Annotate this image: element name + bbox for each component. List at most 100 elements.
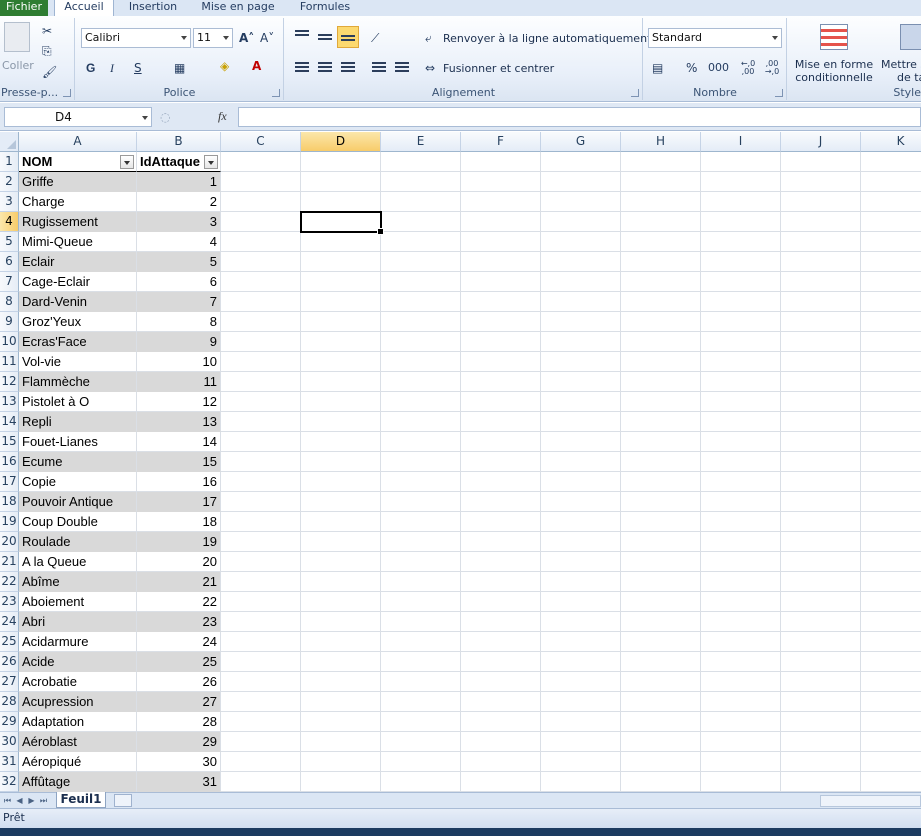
grid-cell[interactable] xyxy=(621,392,701,412)
grid-cell[interactable] xyxy=(381,672,461,692)
grid-cell[interactable] xyxy=(621,412,701,432)
row-header[interactable]: 21 xyxy=(0,552,19,572)
borders-icon[interactable]: ▦ xyxy=(174,60,185,76)
grid-cell[interactable] xyxy=(221,632,301,652)
grid-cell[interactable] xyxy=(381,172,461,192)
grid-cell[interactable] xyxy=(621,772,701,792)
table-cell[interactable]: Ecras'Face xyxy=(19,332,137,352)
column-header-a[interactable]: A xyxy=(19,132,137,152)
merge-center-button[interactable]: Fusionner et centrer xyxy=(443,61,554,77)
grid-cell[interactable] xyxy=(301,372,381,392)
grid-cell[interactable] xyxy=(541,732,621,752)
table-cell[interactable]: Vol-vie xyxy=(19,352,137,372)
align-top-icon[interactable] xyxy=(295,30,309,42)
grid-cell[interactable] xyxy=(301,392,381,412)
grid-cell[interactable] xyxy=(781,412,861,432)
row-header[interactable]: 25 xyxy=(0,632,19,652)
grid-cell[interactable] xyxy=(381,352,461,372)
grid-cell[interactable] xyxy=(621,732,701,752)
table-cell[interactable]: 5 xyxy=(137,252,221,272)
grid-cell[interactable] xyxy=(621,332,701,352)
clipboard-launcher-icon[interactable] xyxy=(63,89,71,97)
grid-cell[interactable] xyxy=(461,632,541,652)
column-header-j[interactable]: J xyxy=(781,132,861,152)
table-cell[interactable]: 17 xyxy=(137,492,221,512)
grid-cell[interactable] xyxy=(541,172,621,192)
grid-cell[interactable] xyxy=(621,512,701,532)
grid-cell[interactable] xyxy=(621,292,701,312)
formula-cancel-icon[interactable]: ◌ xyxy=(160,109,170,125)
grid-cell[interactable] xyxy=(861,672,921,692)
grid-cell[interactable] xyxy=(221,592,301,612)
table-cell[interactable]: 25 xyxy=(137,652,221,672)
grid-cell[interactable] xyxy=(621,172,701,192)
grid-cell[interactable] xyxy=(621,232,701,252)
grid-cell[interactable] xyxy=(381,252,461,272)
grid-cell[interactable] xyxy=(301,612,381,632)
grid-cell[interactable] xyxy=(381,212,461,232)
tab-home[interactable]: Accueil xyxy=(54,0,114,16)
grid-cell[interactable] xyxy=(461,152,541,172)
grid-cell[interactable] xyxy=(541,332,621,352)
table-cell[interactable]: Groz'Yeux xyxy=(19,312,137,332)
grow-font-icon[interactable]: A˄ xyxy=(239,30,254,46)
table-cell[interactable]: 18 xyxy=(137,512,221,532)
row-header[interactable]: 3 xyxy=(0,192,19,212)
table-cell[interactable]: Pistolet à O xyxy=(19,392,137,412)
grid-cell[interactable] xyxy=(701,372,781,392)
grid-cell[interactable] xyxy=(861,352,921,372)
table-cell[interactable]: Roulade xyxy=(19,532,137,552)
grid-cell[interactable] xyxy=(621,312,701,332)
table-cell[interactable]: 11 xyxy=(137,372,221,392)
row-header[interactable]: 11 xyxy=(0,352,19,372)
number-format-select[interactable]: Standard xyxy=(648,28,782,48)
font-size-select[interactable]: 11 xyxy=(193,28,233,48)
row-header[interactable]: 17 xyxy=(0,472,19,492)
name-box[interactable]: D4 xyxy=(4,107,152,127)
grid-cell[interactable] xyxy=(221,272,301,292)
grid-cell[interactable] xyxy=(381,432,461,452)
shrink-font-icon[interactable]: A˅ xyxy=(260,30,274,46)
grid-cell[interactable] xyxy=(381,632,461,652)
conditional-formatting-button[interactable]: Mise en forme conditionnelle xyxy=(790,58,878,84)
grid-cell[interactable] xyxy=(221,292,301,312)
table-cell[interactable]: 24 xyxy=(137,632,221,652)
grid-cell[interactable] xyxy=(781,492,861,512)
column-header-d[interactable]: D xyxy=(301,132,381,152)
grid-cell[interactable] xyxy=(701,212,781,232)
table-cell[interactable]: 20 xyxy=(137,552,221,572)
table-cell[interactable]: Abri xyxy=(19,612,137,632)
grid-cell[interactable] xyxy=(701,692,781,712)
table-cell[interactable]: A la Queue xyxy=(19,552,137,572)
grid-cell[interactable] xyxy=(381,312,461,332)
grid-cell[interactable] xyxy=(861,732,921,752)
grid-cell[interactable] xyxy=(461,272,541,292)
grid-cell[interactable] xyxy=(301,152,381,172)
format-as-table-button[interactable]: Mettre s de ta xyxy=(881,58,921,84)
last-sheet-icon[interactable]: ⏭ xyxy=(38,795,49,806)
grid-cell[interactable] xyxy=(781,452,861,472)
grid-cell[interactable] xyxy=(301,712,381,732)
table-cell[interactable]: 21 xyxy=(137,572,221,592)
grid-cell[interactable] xyxy=(621,472,701,492)
grid-cell[interactable] xyxy=(221,172,301,192)
grid-cell[interactable] xyxy=(381,592,461,612)
grid-cell[interactable] xyxy=(621,632,701,652)
table-cell[interactable]: Charge xyxy=(19,192,137,212)
horizontal-scrollbar[interactable] xyxy=(820,795,921,807)
underline-button[interactable]: S xyxy=(134,60,142,76)
grid-cell[interactable] xyxy=(381,572,461,592)
grid-cell[interactable] xyxy=(701,552,781,572)
row-header[interactable]: 10 xyxy=(0,332,19,352)
table-cell[interactable]: 1 xyxy=(137,172,221,192)
row-header[interactable]: 28 xyxy=(0,692,19,712)
grid-cell[interactable] xyxy=(221,332,301,352)
grid-cell[interactable] xyxy=(461,752,541,772)
grid-cell[interactable] xyxy=(301,192,381,212)
grid-cell[interactable] xyxy=(221,252,301,272)
grid-cell[interactable] xyxy=(701,292,781,312)
grid-cell[interactable] xyxy=(461,492,541,512)
grid-cell[interactable] xyxy=(221,412,301,432)
grid-cell[interactable] xyxy=(861,152,921,172)
grid-cell[interactable] xyxy=(781,632,861,652)
